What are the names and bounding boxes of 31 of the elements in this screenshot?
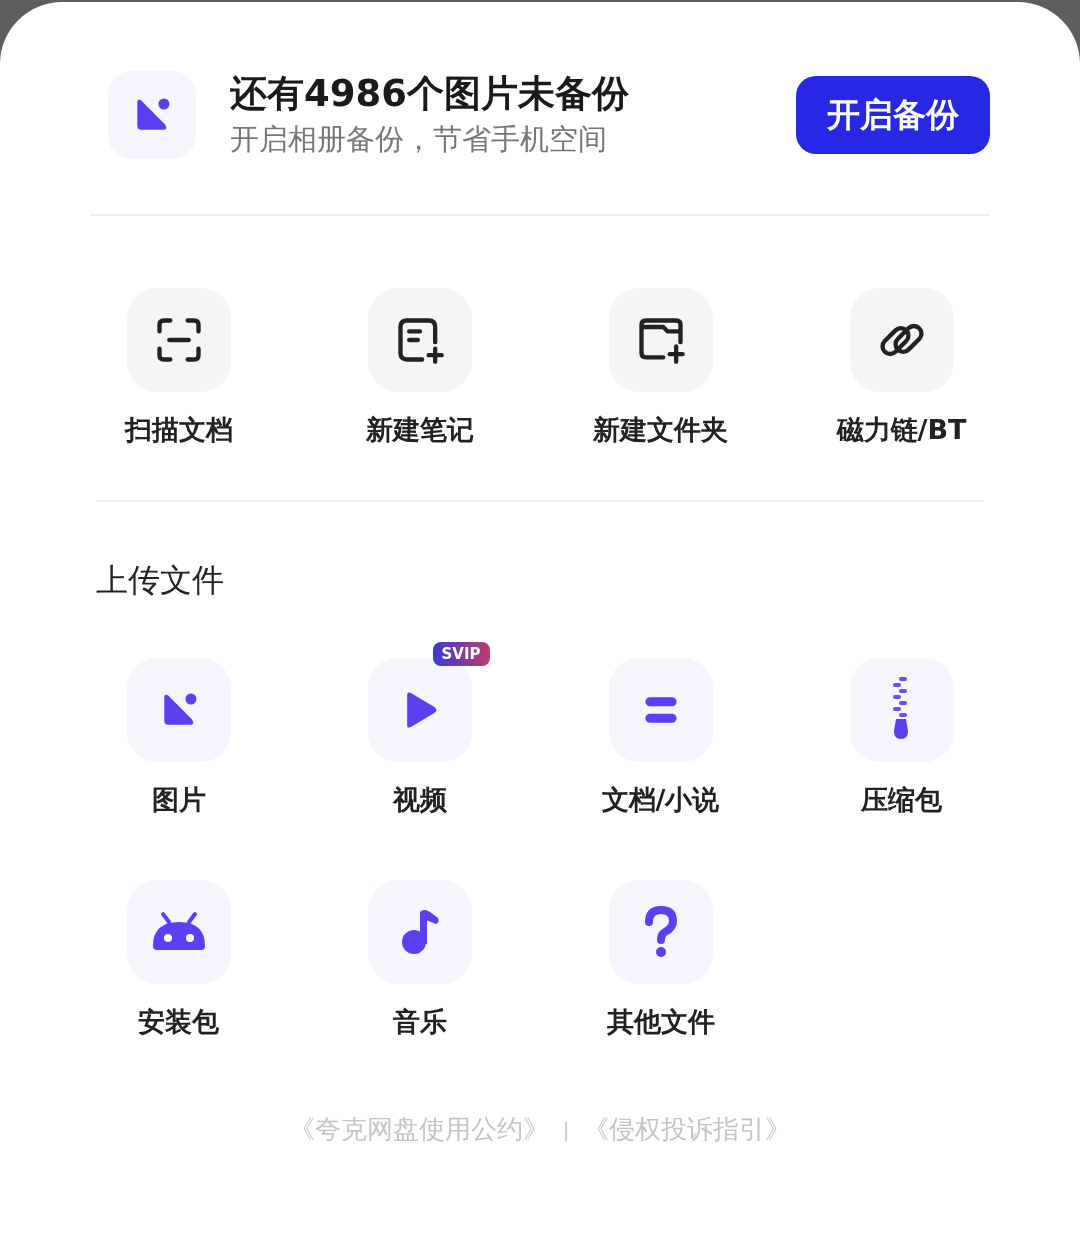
footer-link[interactable]: 《夸克网盘使用公约》 <box>288 1112 549 1147</box>
banner-subtitle: 开启相册备份，节省手机空间 <box>230 121 608 158</box>
file-type-label: 安装包 <box>138 1005 219 1039</box>
scan-icon[interactable] <box>126 288 231 392</box>
action-label: 新建文件夹 <box>593 413 728 447</box>
file-type-label: 视频 <box>392 783 447 817</box>
new-folder-icon[interactable] <box>608 288 713 392</box>
music-note-icon[interactable] <box>367 880 472 984</box>
enable-backup-button[interactable]: 开启备份 <box>796 76 990 154</box>
zipper-icon[interactable] <box>849 658 954 762</box>
play-icon[interactable] <box>367 658 472 762</box>
action-label: 扫描文档 <box>124 413 233 447</box>
file-type-label: 其他文件 <box>606 1005 715 1039</box>
question-mark-icon[interactable] <box>608 880 713 984</box>
action-label: 磁力链/BT <box>836 413 967 447</box>
link-icon[interactable] <box>849 288 954 392</box>
file-type-label: 压缩包 <box>861 783 942 817</box>
image-icon <box>108 71 196 159</box>
file-type-label: 图片 <box>151 783 206 817</box>
action-label: 新建笔记 <box>365 413 474 447</box>
android-icon[interactable] <box>126 880 231 984</box>
svip-badge: SVIP <box>432 642 490 666</box>
footer-link[interactable]: 《侵权投诉指引》 <box>583 1112 792 1147</box>
banner-title: 还有4986个图片未备份 <box>230 71 630 117</box>
new-note-icon[interactable] <box>367 288 472 392</box>
file-type-label: 音乐 <box>392 1005 447 1039</box>
section-title: 上传文件 <box>96 560 225 601</box>
separator: | <box>562 1117 570 1142</box>
image-icon[interactable] <box>126 658 231 762</box>
file-type-label: 文档/小说 <box>601 783 720 817</box>
document-icon[interactable] <box>608 658 713 762</box>
